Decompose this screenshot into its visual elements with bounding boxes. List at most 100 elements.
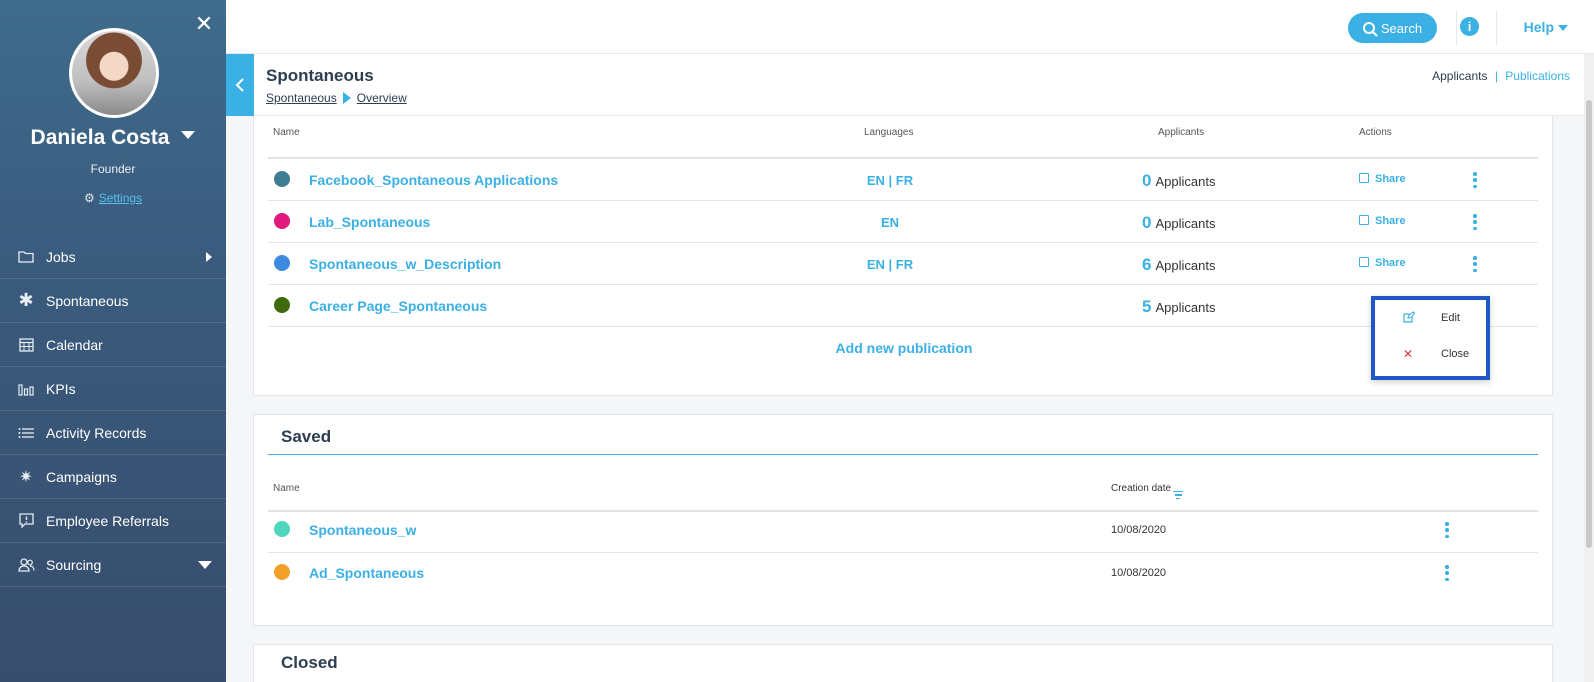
divider (1496, 10, 1497, 46)
edit-menu-item[interactable]: Edit (1375, 304, 1486, 332)
languages-value: EN | FR (866, 257, 914, 272)
comment-alert-icon (16, 513, 36, 528)
close-icon: ✕ (1403, 347, 1414, 361)
column-header-creation-date[interactable]: Creation date (1111, 483, 1184, 502)
applicants-view-link[interactable]: Applicants (1432, 69, 1487, 83)
status-dot (274, 255, 290, 271)
sidebar-item-label: KPIs (46, 380, 76, 397)
search-button[interactable]: Search (1348, 13, 1437, 43)
chevron-down-icon (1558, 25, 1568, 32)
publications-view-link[interactable]: Publications (1505, 69, 1570, 83)
help-menu[interactable]: Help (1524, 19, 1568, 35)
column-header-languages: Languages (864, 127, 914, 138)
more-options-icon[interactable] (1469, 255, 1481, 273)
avatar[interactable] (69, 28, 159, 118)
header-divider (268, 157, 1538, 159)
divider (1456, 10, 1457, 46)
edit-icon (1403, 310, 1416, 326)
row-divider (268, 326, 1538, 327)
publication-link[interactable]: Career Page_Spontaneous (309, 298, 487, 314)
section-title-saved: Saved (281, 427, 332, 446)
status-dot (274, 171, 290, 187)
share-button[interactable]: Share (1359, 173, 1406, 185)
languages-value: EN | FR (866, 173, 914, 188)
sidebar-item-campaigns[interactable]: ✷ Campaigns (0, 455, 226, 499)
external-link-icon (1359, 215, 1369, 225)
sidebar-item-jobs[interactable]: Jobs (0, 235, 226, 279)
sidebar-menu: Jobs ✱ Spontaneous Calendar KPIs Activit… (0, 235, 226, 587)
closed-publications-card: Closed (253, 644, 1553, 682)
close-menu-item[interactable]: ✕ Close (1375, 340, 1486, 368)
scrollbar[interactable] (1584, 54, 1594, 682)
chevron-right-icon (206, 251, 212, 262)
external-link-icon (1359, 257, 1369, 267)
add-new-publication-button[interactable]: Add new publication (254, 340, 1554, 356)
row-divider (268, 200, 1538, 201)
user-name: Daniela Costa (30, 126, 170, 149)
page-title: Spontaneous (266, 66, 374, 85)
row-divider (268, 284, 1538, 285)
publication-link[interactable]: Lab_Spontaneous (309, 214, 430, 230)
user-name-menu[interactable]: Daniela Costa (0, 126, 226, 150)
external-link-icon (1359, 173, 1369, 183)
toggle-separator: | (1494, 69, 1498, 83)
sidebar-item-label: Activity Records (46, 424, 147, 441)
sidebar-item-calendar[interactable]: Calendar (0, 323, 226, 367)
list-icon (16, 427, 36, 439)
folder-icon (16, 250, 36, 263)
more-options-icon[interactable] (1469, 171, 1481, 189)
share-button[interactable]: Share (1359, 257, 1406, 269)
title-underline (268, 454, 1538, 455)
applicants-count[interactable]: 0 Applicants (1142, 171, 1215, 191)
column-header-name: Name (273, 483, 300, 494)
creation-date-label: Creation date (1111, 483, 1172, 494)
gear-icon: ⚙ (83, 191, 95, 205)
search-icon (1362, 22, 1375, 34)
sidebar-item-sourcing[interactable]: Sourcing (0, 543, 226, 587)
publication-link[interactable]: Spontaneous_w_Description (309, 256, 501, 272)
column-header-applicants: Applicants (1158, 127, 1205, 138)
more-options-icon[interactable] (1441, 564, 1453, 582)
applicants-count[interactable]: 6 Applicants (1142, 255, 1215, 275)
applicants-count[interactable]: 5 Applicants (1142, 297, 1215, 317)
sidebar-item-employee-referrals[interactable]: Employee Referrals (0, 499, 226, 543)
settings-link[interactable]: Settings (99, 191, 142, 205)
sidebar-item-label: Calendar (46, 336, 103, 353)
collapse-sidebar-button[interactable] (226, 54, 254, 116)
info-icon[interactable]: i (1460, 17, 1479, 36)
publication-link[interactable]: Ad_Spontaneous (309, 565, 424, 581)
sidebar-item-label: Jobs (46, 248, 76, 265)
published-publications-card: Name Languages Applicants Actions Facebo… (253, 116, 1553, 396)
creation-date-value: 10/08/2020 (1111, 524, 1167, 536)
sidebar-item-label: Spontaneous (46, 292, 129, 309)
search-label: Search (1380, 20, 1423, 36)
share-button[interactable]: Share (1359, 215, 1406, 227)
row-divider (268, 242, 1538, 243)
sidebar-item-label: Sourcing (46, 556, 102, 573)
sidebar-item-label: Employee Referrals (46, 512, 169, 529)
more-options-icon[interactable] (1469, 213, 1481, 231)
applicants-count[interactable]: 0 Applicants (1142, 213, 1215, 233)
calendar-icon (16, 337, 36, 352)
users-icon (16, 557, 36, 572)
sidebar-item-spontaneous[interactable]: ✱ Spontaneous (0, 279, 226, 323)
scrollbar-thumb[interactable] (1586, 100, 1592, 548)
publication-link[interactable]: Spontaneous_w (309, 522, 416, 538)
close-icon[interactable]: ✕ (194, 13, 214, 35)
sidebar-item-kpis[interactable]: KPIs (0, 367, 226, 411)
sort-icon (1173, 490, 1184, 502)
sidebar-item-activity-records[interactable]: Activity Records (0, 411, 226, 455)
breadcrumb-spontaneous[interactable]: Spontaneous (266, 91, 337, 105)
chevron-down-icon (181, 131, 196, 140)
publication-link[interactable]: Facebook_Spontaneous Applications (309, 172, 558, 188)
section-title-closed: Closed (281, 653, 338, 672)
status-dot (274, 297, 290, 313)
breadcrumb: Spontaneous Overview (266, 91, 407, 105)
status-dot (274, 521, 290, 537)
more-options-icon[interactable] (1441, 521, 1453, 539)
status-dot (274, 564, 290, 580)
bar-chart-icon (16, 381, 36, 396)
column-header-actions: Actions (1359, 127, 1392, 138)
breadcrumb-overview[interactable]: Overview (357, 91, 407, 105)
creation-date-value: 10/08/2020 (1111, 567, 1167, 579)
